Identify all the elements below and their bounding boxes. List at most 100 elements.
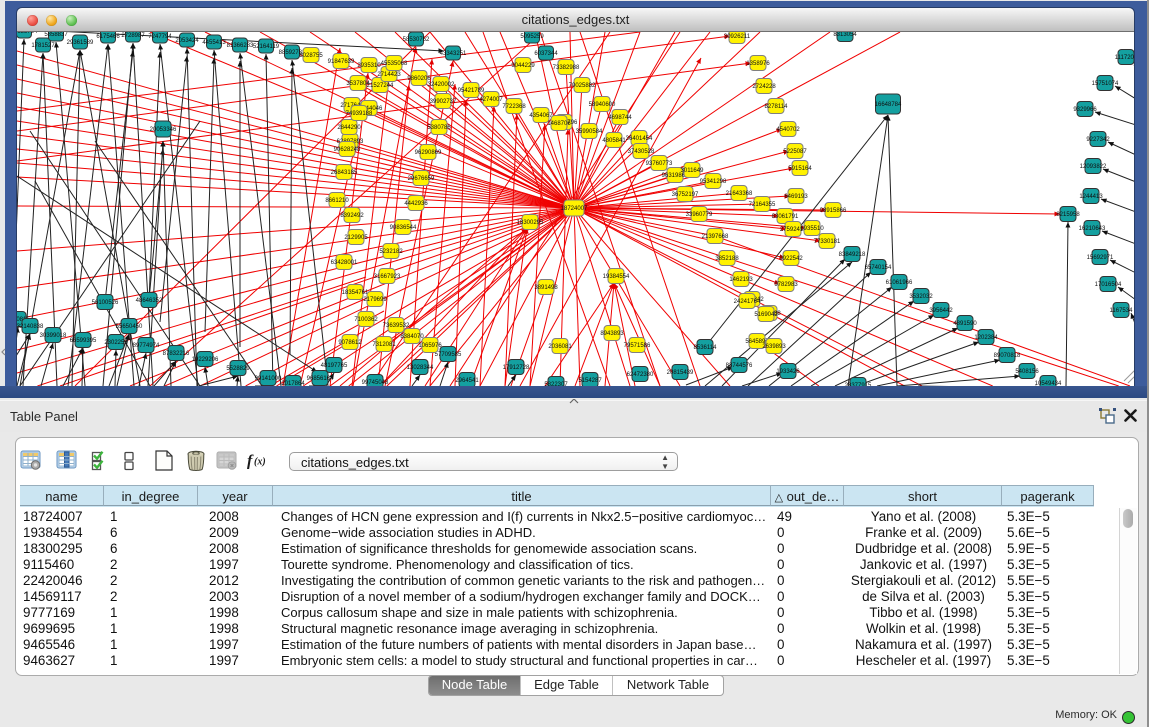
svg-text:18354761: 18354761: [342, 290, 369, 296]
svg-text:1933426: 1933426: [776, 369, 800, 375]
svg-text:91847639: 91847639: [328, 59, 355, 65]
svg-text:83061791: 83061791: [772, 214, 799, 220]
svg-text:99141000: 99141000: [255, 376, 282, 382]
svg-text:9044229: 9044229: [511, 63, 535, 69]
svg-text:56100526: 56100526: [92, 300, 119, 306]
svg-text:74939188: 74939188: [346, 111, 373, 117]
svg-text:26843185: 26843185: [331, 170, 358, 176]
svg-text:9227342: 9227342: [1086, 137, 1110, 143]
svg-text:2964541: 2964541: [455, 378, 479, 384]
svg-text:20815439: 20815439: [667, 370, 694, 376]
svg-text:8384070: 8384070: [400, 334, 424, 340]
svg-text:5915164: 5915164: [788, 166, 812, 172]
svg-text:19229206: 19229206: [192, 357, 219, 363]
svg-text:37430528: 37430528: [628, 149, 655, 155]
svg-text:1202384: 1202384: [974, 335, 998, 341]
svg-text:19384554: 19384554: [603, 274, 630, 280]
svg-text:1167534: 1167534: [1110, 308, 1134, 314]
svg-text:5232182: 5232182: [379, 249, 403, 255]
svg-text:3011649: 3011649: [681, 168, 705, 174]
svg-text:17016504: 17016504: [1095, 282, 1122, 288]
svg-text:95421789: 95421789: [458, 88, 485, 94]
svg-text:8392492: 8392492: [340, 213, 364, 219]
svg-text:96856164: 96856164: [307, 376, 334, 382]
svg-text:7722368: 7722368: [502, 104, 526, 110]
svg-text:2844290: 2844290: [337, 125, 361, 131]
svg-text:9329966: 9329966: [1073, 107, 1097, 113]
svg-text:16210643: 16210643: [1079, 226, 1106, 232]
svg-text:15692971: 15692971: [1087, 255, 1114, 261]
svg-text:2728987: 2728987: [121, 33, 145, 39]
svg-text:(x): (x): [254, 457, 266, 468]
svg-text:95341298: 95341298: [700, 179, 727, 185]
svg-text:8661210: 8661210: [325, 198, 349, 204]
svg-text:48197765: 48197765: [321, 363, 348, 369]
svg-text:8536114: 8536114: [694, 345, 718, 351]
svg-text:8278114: 8278114: [765, 104, 789, 110]
svg-text:30926211: 30926211: [724, 34, 751, 40]
svg-text:43343251: 43343251: [440, 51, 467, 57]
svg-text:32420002: 32420002: [428, 82, 455, 88]
svg-text:73639532: 73639532: [383, 323, 410, 329]
svg-text:7247794: 7247794: [148, 34, 172, 40]
svg-text:83849218: 83849218: [839, 252, 866, 258]
svg-text:72164355: 72164355: [749, 202, 776, 208]
svg-text:70025882: 70025882: [569, 83, 596, 89]
svg-text:45535068: 45535068: [381, 61, 408, 67]
svg-text:8313054: 8313054: [833, 32, 857, 38]
svg-text:63428001: 63428001: [331, 260, 358, 266]
svg-text:8215958: 8215958: [1056, 212, 1080, 218]
svg-text:61061966: 61061966: [886, 280, 913, 286]
svg-text:55650450: 55650450: [116, 324, 143, 330]
svg-text:89070818: 89070818: [994, 353, 1021, 359]
svg-text:79571586: 79571586: [624, 343, 651, 349]
svg-text:93760773: 93760773: [646, 161, 673, 167]
svg-text:18724007: 18724007: [561, 206, 588, 212]
svg-text:1468706: 1468706: [547, 121, 571, 127]
svg-text:20053346: 20053346: [150, 127, 177, 133]
svg-text:16655764: 16655764: [17, 32, 38, 35]
svg-text:5225087: 5225087: [783, 149, 807, 155]
svg-text:4540702: 4540702: [776, 127, 800, 133]
svg-text:96290869: 96290869: [415, 150, 442, 156]
svg-text:4274007: 4274007: [479, 97, 503, 103]
svg-text:36401454: 36401454: [626, 136, 653, 142]
svg-text:8943893: 8943893: [600, 331, 624, 337]
svg-text:6935510: 6935510: [800, 226, 824, 232]
svg-text:2053424: 2053424: [175, 38, 199, 44]
svg-text:7312081: 7312081: [372, 342, 396, 348]
svg-text:65740154: 65740154: [865, 265, 892, 271]
svg-text:81366283: 81366283: [227, 43, 254, 49]
svg-text:36752197: 36752197: [672, 192, 699, 198]
svg-text:57709585: 57709585: [435, 352, 462, 358]
svg-text:1065976: 1065976: [418, 343, 442, 349]
svg-text:58530762: 58530762: [403, 37, 430, 43]
svg-text:18300295: 18300295: [517, 220, 544, 226]
svg-text:f: f: [247, 453, 254, 470]
svg-text:31667923: 31667923: [374, 274, 401, 280]
svg-text:3956442: 3956442: [929, 308, 953, 314]
svg-text:5095259: 5095259: [520, 34, 544, 40]
svg-text:39902737: 39902737: [430, 99, 457, 105]
svg-text:58940600: 58940600: [589, 102, 616, 108]
svg-text:4455413: 4455413: [202, 40, 226, 46]
svg-text:66599395: 66599395: [70, 338, 97, 344]
svg-text:2129905: 2129905: [344, 235, 368, 241]
svg-text:9922542: 9922542: [779, 256, 803, 262]
svg-text:29361589: 29361589: [67, 40, 94, 46]
svg-text:4698744: 4698744: [608, 115, 632, 121]
svg-text:29676659: 29676659: [408, 176, 435, 182]
svg-text:35990584: 35990584: [576, 129, 603, 135]
svg-text:2935310: 2935310: [357, 63, 381, 69]
svg-text:21643368: 21643368: [726, 191, 753, 197]
svg-text:1781527: 1781527: [31, 43, 55, 49]
svg-text:5169042: 5169042: [754, 312, 778, 318]
svg-text:48646352: 48646352: [136, 298, 163, 304]
svg-text:16648784: 16648784: [875, 102, 902, 108]
svg-text:99745048: 99745048: [362, 380, 389, 386]
svg-text:12093822: 12093822: [1080, 164, 1107, 170]
svg-text:30399018: 30399018: [40, 333, 67, 339]
svg-text:1358976: 1358976: [746, 61, 770, 67]
svg-text:90628248: 90628248: [334, 147, 361, 153]
svg-text:32140838: 32140838: [17, 324, 44, 330]
